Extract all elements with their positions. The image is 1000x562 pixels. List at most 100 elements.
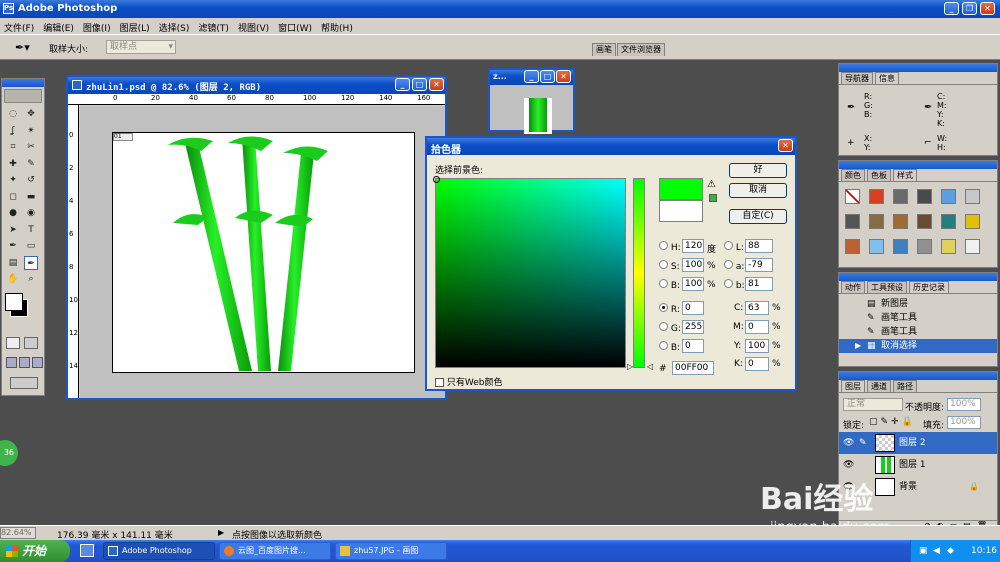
restore-button[interactable]: ❐ [962,2,977,15]
doc-minimize-button[interactable]: _ [395,78,410,91]
notification-badge[interactable]: 36 [0,440,18,466]
blend-mode-select[interactable]: 正常 [843,398,903,411]
crop-tool-icon[interactable]: ⌗ [6,140,20,154]
tray-volume-icon[interactable]: ◀ [933,540,940,562]
taskbar-item-browser[interactable]: 云图_百度图片搜... [219,542,331,560]
clone-stamp-tool-icon[interactable]: ✦ [6,173,20,187]
status-zoom[interactable]: 82.64% [0,527,36,539]
style-swatch[interactable] [893,189,908,204]
healing-brush-tool-icon[interactable]: ✚ [6,157,20,171]
style-swatch[interactable] [917,239,932,254]
screen-mode-full-menu-icon[interactable] [19,357,30,368]
taskbar-item-photoshop[interactable]: Adobe Photoshop [103,542,215,560]
screen-mode-full-icon[interactable] [32,357,43,368]
tab-brushes[interactable]: 画笔 [592,43,616,56]
path-select-tool-icon[interactable]: ➤ [6,223,20,237]
quickmask-mode-icon[interactable] [24,337,38,349]
color-picker-close-button[interactable]: ✕ [778,139,793,152]
screen-mode-standard-icon[interactable] [6,357,17,368]
dodge-tool-icon[interactable]: ◉ [24,206,38,220]
web-only-checkbox[interactable] [435,378,444,387]
hue-slider-right-arrow[interactable]: ◁ [647,362,653,371]
style-swatch[interactable] [869,214,884,229]
k-field[interactable]: 0 [745,357,769,371]
fill-field[interactable]: 100% [947,416,981,429]
history-item[interactable]: ✎ 画笔工具 [839,325,997,339]
canvas-area[interactable]: 01 [80,106,445,398]
current-color-swatch[interactable] [659,200,703,222]
foreground-color-swatch[interactable] [5,293,23,311]
magic-wand-tool-icon[interactable]: ✴ [24,124,38,138]
thumb-minimize-button[interactable]: _ [524,70,539,83]
standard-mode-icon[interactable] [6,337,20,349]
tab-color[interactable]: 颜色 [841,169,865,181]
menu-file[interactable]: 文件(F) [4,21,34,34]
style-swatch[interactable] [845,214,860,229]
brush-tool-icon[interactable]: ✎ [24,157,38,171]
tray-misc-icon[interactable]: ◆ [947,540,954,562]
taskbar-item-paint[interactable]: zhu57.JPG - 画图 [335,542,447,560]
minimize-button[interactable]: _ [944,2,959,15]
doc-close-button[interactable]: ✕ [429,78,444,91]
ok-button[interactable]: 好 [729,163,787,178]
c-field[interactable]: 63 [745,301,769,315]
tab-channels[interactable]: 通道 [867,380,891,392]
image-canvas[interactable]: 01 [112,132,415,373]
tab-styles[interactable]: 样式 [893,169,917,181]
hue-slider[interactable] [633,178,645,368]
marquee-tool-icon[interactable]: ◌ [6,107,20,121]
y-field[interactable]: 100 [745,339,769,353]
style-swatch[interactable] [869,239,884,254]
tab-info[interactable]: 信息 [875,72,899,84]
style-swatch[interactable] [965,214,980,229]
r-field[interactable]: 0 [682,301,704,315]
hex-field[interactable]: 00FF00 [672,361,714,375]
doc-maximize-button[interactable]: □ [412,78,427,91]
type-tool-icon[interactable]: T [24,223,38,237]
status-arrow-icon[interactable]: ▶ [218,528,224,537]
eraser-tool-icon[interactable]: ◻ [6,190,20,204]
tray-network-icon[interactable]: ▣ [919,540,928,562]
g-field[interactable]: 255 [682,320,704,334]
start-button[interactable]: 开始 [0,540,70,562]
cancel-button[interactable]: 取消 [729,183,787,198]
close-button[interactable]: ✕ [980,2,995,15]
style-swatch[interactable] [917,214,932,229]
notes-tool-icon[interactable]: ▤ [6,256,20,270]
tab-actions[interactable]: 动作 [841,281,865,293]
layer-row-selected[interactable]: 👁 ✎ 图层 2 [839,432,997,454]
menu-select[interactable]: 选择(S) [159,21,190,34]
b-field[interactable]: 100 [682,277,704,291]
menu-image[interactable]: 图像(I) [83,21,111,34]
sample-size-select[interactable]: 取样点 ▾ [106,40,176,54]
m-field[interactable]: 0 [745,320,769,334]
thumb-maximize-button[interactable]: □ [540,70,555,83]
gradient-tool-icon[interactable]: ▬ [24,190,38,204]
menu-window[interactable]: 窗口(W) [278,21,312,34]
menu-help[interactable]: 帮助(H) [321,21,353,34]
hue-slider-left-arrow[interactable]: ▷ [627,362,633,371]
tab-swatches[interactable]: 色板 [867,169,891,181]
color-field[interactable] [433,176,626,368]
history-brush-tool-icon[interactable]: ↺ [24,173,38,187]
layer-row[interactable]: 👁 图层 1 [839,454,997,476]
style-swatch[interactable] [965,189,980,204]
opacity-field[interactable]: 100% [947,398,981,411]
blur-tool-icon[interactable]: ● [6,206,20,220]
history-item-selected[interactable]: ▶ ▦ 取消选择 [839,339,997,353]
l-field[interactable]: 88 [745,239,773,253]
show-desktop-icon[interactable] [80,544,94,557]
style-swatch[interactable] [845,239,860,254]
zoom-tool-icon[interactable]: ⌕ [24,272,38,286]
menu-layer[interactable]: 图层(L) [120,21,150,34]
tab-navigator[interactable]: 导航器 [841,72,873,84]
custom-button[interactable]: 自定(C) [729,209,787,224]
style-swatch[interactable] [965,239,980,254]
gamut-color-swatch[interactable] [709,194,717,202]
menu-edit[interactable]: 编辑(E) [43,21,74,34]
slice-tool-icon[interactable]: ✂ [24,140,38,154]
clock[interactable]: 10:16 [971,540,997,562]
thumb-close-button[interactable]: ✕ [556,70,571,83]
style-swatch[interactable] [941,239,956,254]
lock-icons[interactable]: ▢✎✛🔒 [869,417,916,427]
